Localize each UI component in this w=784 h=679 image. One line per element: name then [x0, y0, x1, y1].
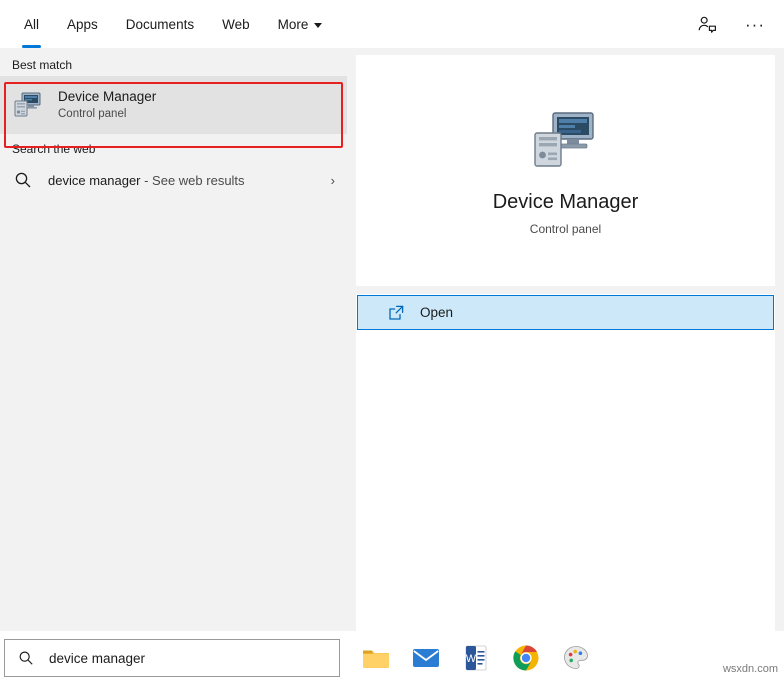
mail-icon[interactable] — [410, 642, 442, 674]
tab-web-label: Web — [222, 16, 250, 32]
preview-title: Device Manager — [492, 191, 639, 213]
results-pane: Best match Device Manager Control panel … — [0, 48, 347, 631]
web-result-row[interactable]: device manager - See web results › — [0, 160, 347, 200]
tab-web[interactable]: Web — [208, 0, 264, 48]
tab-all[interactable]: All — [10, 0, 53, 48]
preview-subtitle: Control panel — [529, 222, 602, 236]
preview-card: Device Manager Control panel — [356, 55, 775, 286]
web-result-query: device manager — [48, 172, 141, 188]
search-input[interactable] — [47, 649, 311, 667]
chevron-right-icon[interactable]: › — [331, 173, 335, 188]
file-explorer-icon[interactable] — [360, 642, 392, 674]
actions-card: Open — [356, 294, 775, 673]
feedback-person-icon[interactable] — [692, 9, 722, 39]
tab-documents[interactable]: Documents — [112, 0, 208, 48]
tab-apps[interactable]: Apps — [53, 0, 112, 48]
tab-all-label: All — [24, 16, 40, 32]
ellipsis-icon[interactable]: ··· — [740, 9, 770, 39]
web-result-text: device manager - See web results — [48, 173, 245, 188]
tab-more[interactable]: More — [264, 0, 337, 48]
device-manager-icon — [12, 89, 44, 121]
result-title: Device Manager — [58, 89, 157, 104]
result-subtitle: Control panel — [58, 108, 127, 120]
device-manager-icon — [529, 109, 603, 174]
tab-apps-label: Apps — [67, 16, 98, 32]
chevron-down-icon — [314, 22, 323, 28]
word-icon[interactable]: W — [460, 642, 492, 674]
tab-bar-actions: ··· — [692, 9, 784, 39]
tab-list: All Apps Documents Web More — [0, 0, 336, 48]
search-icon — [17, 649, 35, 667]
search-the-web-header: Search the web — [12, 142, 96, 156]
svg-text:W: W — [466, 653, 477, 665]
taskbar-search-box[interactable] — [4, 639, 340, 677]
ellipsis-label: ··· — [745, 14, 765, 34]
open-button-label: Open — [420, 305, 454, 320]
preview-pane: Device Manager Control panel Open — [347, 48, 784, 673]
search-icon — [12, 169, 34, 191]
open-button[interactable]: Open — [357, 295, 774, 330]
chrome-icon[interactable] — [510, 642, 542, 674]
watermark: wsxdn.com — [722, 663, 778, 675]
tab-documents-label: Documents — [125, 16, 195, 32]
search-tab-bar: All Apps Documents Web More ··· — [0, 0, 784, 48]
tab-more-label: More — [277, 16, 309, 32]
open-external-icon — [386, 303, 406, 323]
taskbar-icons: W — [352, 636, 784, 679]
result-text: Device Manager Control panel — [58, 88, 156, 122]
web-result-suffix: - See web results — [140, 172, 245, 188]
best-match-header: Best match — [12, 58, 73, 72]
paint-icon[interactable] — [560, 642, 592, 674]
result-device-manager[interactable]: Device Manager Control panel — [0, 76, 347, 134]
